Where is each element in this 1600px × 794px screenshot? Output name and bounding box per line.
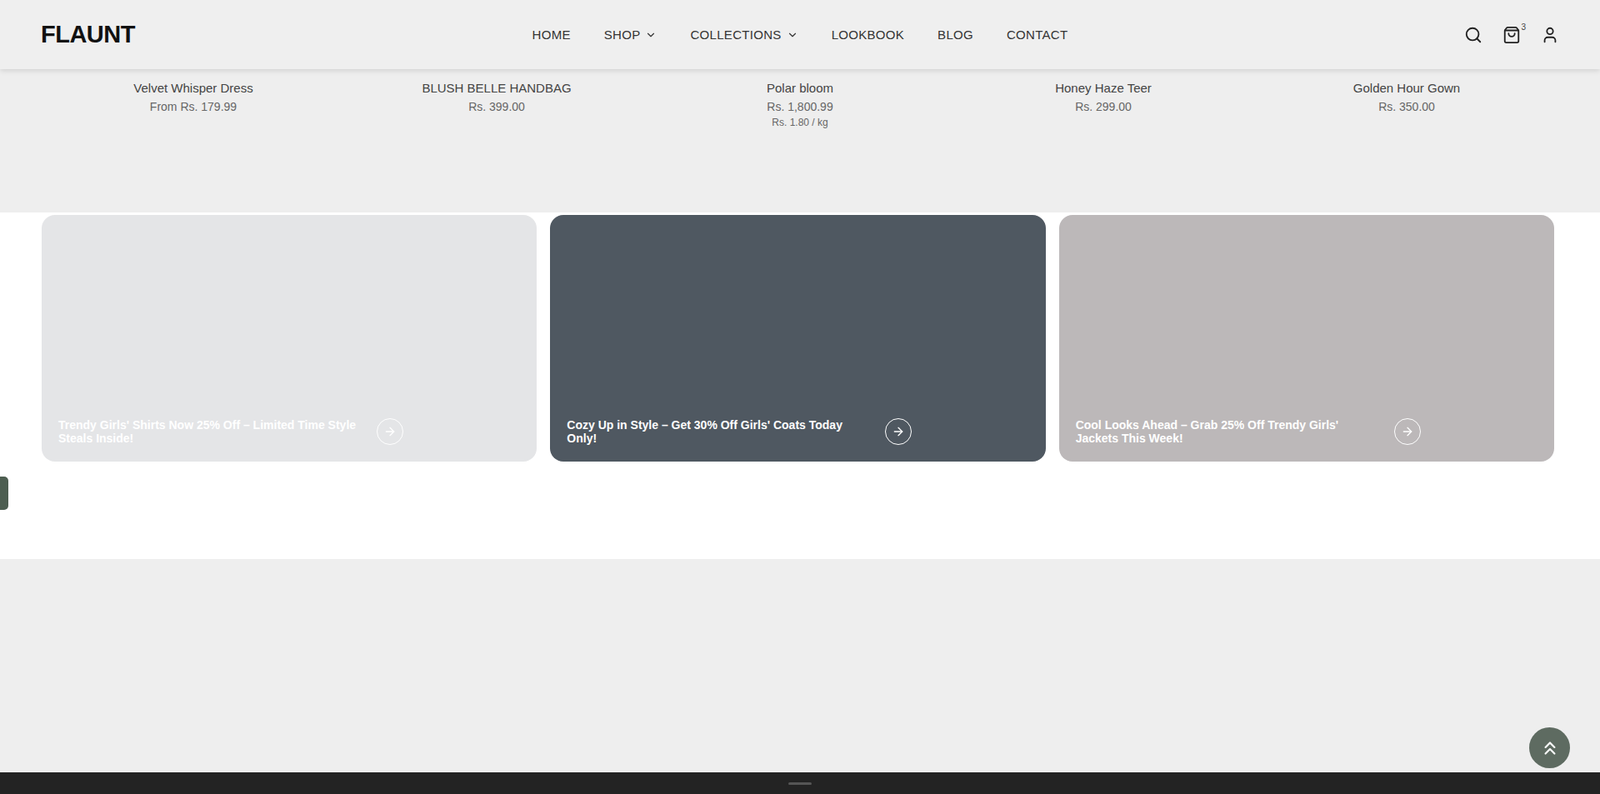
arrow-right-icon [1400, 425, 1415, 439]
chevron-down-icon [645, 29, 657, 41]
arrow-right-icon [891, 425, 905, 439]
page: FLAUNTHOME SHOP COLLECTIONS LOOKBOOK BLOG CON… [0, 0, 1600, 794]
product-card[interactable]: Velvet Whisper Dress From Rs. 179.99 [41, 80, 345, 114]
product-name[interactable]: Velvet Whisper Dress [133, 80, 253, 95]
product-price: Rs. 299.00 [1075, 100, 1132, 114]
bag-icon [1502, 25, 1521, 45]
nav-item[interactable]: LOOKBOOK [831, 27, 905, 42]
cart-count: 3 [1520, 22, 1526, 32]
user-icon [1540, 25, 1560, 45]
product-name[interactable]: Golden Hour Gown [1353, 80, 1460, 95]
promo-card[interactable]: Cool Looks Ahead – Grab 25% Off Trendy G… [1059, 215, 1555, 462]
nav-item[interactable]: SHOP [604, 27, 658, 42]
main-nav: HOME SHOP COLLECTIONS LOOKBOOK BLOG CONTACT [532, 27, 1069, 42]
search-button[interactable] [1464, 25, 1483, 45]
account-button[interactable] [1540, 25, 1560, 45]
empty-section [0, 559, 1600, 773]
product-name[interactable]: Honey Haze Teer [1055, 80, 1152, 95]
bar-handle[interactable] [788, 782, 812, 785]
promo-caption: Trendy Girls' Shirts Now 25% Off – Limit… [58, 418, 404, 445]
promo-text: Trendy Girls' Shirts Now 25% Off – Limit… [58, 418, 367, 445]
chevrons-up-icon [1539, 737, 1561, 760]
promo-caption: Cool Looks Ahead – Grab 25% Off Trendy G… [1075, 418, 1421, 445]
product-price: Rs. 1,800.99 [766, 100, 833, 114]
product-card[interactable]: BLUSH BELLE HANDBAG Rs. 399.00 [345, 80, 649, 114]
nav-item[interactable]: BLOG [937, 27, 974, 42]
bottom-bar [0, 772, 1600, 794]
product-card[interactable]: Polar bloom Rs. 1,800.99 Rs. 1.80 / kg [648, 80, 952, 129]
arrow-button[interactable] [376, 418, 404, 445]
product-card[interactable]: Golden Hour Gown Rs. 350.00 [1255, 80, 1559, 114]
product-name[interactable]: BLUSH BELLE HANDBAG [421, 80, 571, 95]
arrow-button[interactable] [1394, 418, 1421, 445]
nav-item[interactable]: HOME [532, 27, 571, 42]
nav-item[interactable]: CONTACT [1006, 27, 1068, 42]
product-price: Rs. 399.00 [468, 100, 525, 114]
promo-caption: Cozy Up in Style – Get 30% Off Girls' Co… [566, 418, 912, 445]
promo-card[interactable]: Trendy Girls' Shirts Now 25% Off – Limit… [41, 215, 537, 462]
header: FLAUNTHOME SHOP COLLECTIONS LOOKBOOK BLOG CON… [0, 0, 1600, 70]
arrow-button[interactable] [885, 418, 912, 445]
product-name[interactable]: Polar bloom [766, 80, 834, 95]
product-strip: Velvet Whisper Dress From Rs. 179.99 BLUSH… [0, 69, 1600, 213]
product-price: Rs. 350.00 [1378, 100, 1435, 114]
unit-price: Rs. 1.80 / kg [771, 116, 828, 129]
chevron-down-icon [786, 29, 799, 41]
scroll-top-button[interactable] [1529, 727, 1570, 769]
promo-text: Cool Looks Ahead – Grab 25% Off Trendy G… [1075, 418, 1385, 445]
search-icon [1464, 25, 1483, 45]
logo[interactable]: FLAUNT [40, 20, 533, 49]
product-price: From Rs. 179.99 [150, 100, 237, 114]
product-card[interactable]: Honey Haze Teer Rs. 299.00 [951, 80, 1255, 114]
nav-item[interactable]: COLLECTIONS [690, 27, 798, 42]
promo-banners: Trendy Girls' Shirts Now 25% Off – Limit… [0, 212, 1600, 560]
header-icons: 3 [1067, 25, 1560, 45]
promo-text: Cozy Up in Style – Get 30% Off Girls' Co… [566, 418, 875, 445]
cart-button[interactable]: 3 [1502, 25, 1521, 45]
side-tab[interactable] [0, 476, 9, 510]
arrow-right-icon [383, 425, 397, 439]
promo-card[interactable]: Cozy Up in Style – Get 30% Off Girls' Co… [550, 215, 1045, 462]
